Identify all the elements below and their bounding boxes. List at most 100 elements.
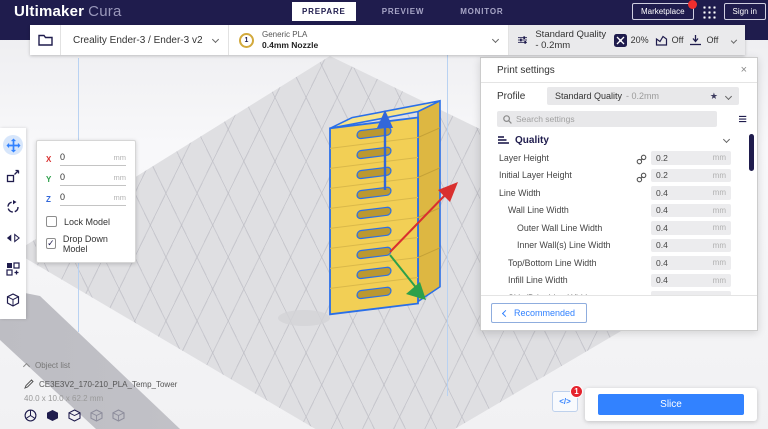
- setting-row-infill-line-width[interactable]: Infill Line Width 0.4 mm: [481, 272, 757, 290]
- chevron-down-icon: [722, 135, 731, 144]
- axis-label-y: Y: [46, 174, 52, 184]
- object-name-row[interactable]: CE3E3V2_170-210_PLA_Temp_Tower: [24, 379, 177, 389]
- slice-button[interactable]: Slice: [598, 394, 744, 415]
- tab-prepare[interactable]: PREPARE: [292, 2, 356, 21]
- model-temp-tower[interactable]: [300, 88, 480, 328]
- setting-value: 0.4: [656, 222, 668, 233]
- material-name: Generic PLA: [262, 29, 308, 39]
- object-list-label: Object list: [35, 361, 71, 370]
- support-icon: [655, 35, 667, 46]
- z-position-input[interactable]: [60, 192, 100, 202]
- section-quality[interactable]: Quality: [481, 131, 757, 149]
- x-position-field[interactable]: mm: [60, 152, 126, 166]
- lock-model-checkbox-row[interactable]: Lock Model: [46, 212, 126, 231]
- scale-tool-button[interactable]: [3, 166, 23, 186]
- setting-row-outer-wall-line-width[interactable]: Outer Wall Line Width 0.4 mm: [481, 219, 757, 237]
- recommended-label: Recommended: [514, 308, 576, 318]
- setting-unit: mm: [712, 240, 726, 250]
- axis-row-z: Z mm: [46, 189, 126, 209]
- panel-title: Print settings: [497, 64, 555, 76]
- slice-info-button[interactable]: </> 1: [552, 385, 583, 412]
- printer-selector[interactable]: Creality Ender-3 / Ender-3 v2: [61, 25, 229, 55]
- action-panel: Slice: [585, 388, 757, 421]
- settings-menu-icon[interactable]: ≡: [738, 110, 747, 130]
- setting-value: 0.4: [656, 205, 668, 216]
- recommended-button[interactable]: Recommended: [491, 303, 588, 323]
- view-right-icon[interactable]: [112, 409, 125, 422]
- setting-value-field[interactable]: 0.4 mm: [651, 203, 731, 217]
- setting-unit: mm: [712, 205, 726, 215]
- settings-scrollbar[interactable]: [749, 134, 754, 171]
- chevron-left-icon: [501, 309, 510, 317]
- setting-label: Initial Layer Height: [499, 170, 572, 181]
- lock-model-checkbox[interactable]: [46, 216, 57, 227]
- tab-monitor[interactable]: MONITOR: [450, 2, 513, 21]
- setting-row-layer-height[interactable]: Layer Height 0.2 mm: [481, 149, 757, 167]
- view-front-icon[interactable]: [46, 409, 59, 422]
- adhesion-icon: [690, 35, 702, 46]
- object-list-toggle[interactable]: Object list: [22, 361, 177, 371]
- search-row: ≡: [481, 109, 757, 131]
- setting-unit: mm: [712, 153, 726, 163]
- lock-model-label: Lock Model: [64, 216, 111, 227]
- material-selector[interactable]: 1 Generic PLA 0.4mm Nozzle: [229, 25, 509, 55]
- tab-preview[interactable]: PREVIEW: [372, 2, 435, 21]
- setting-value: 0.2: [656, 152, 668, 163]
- per-model-settings-button[interactable]: [3, 259, 23, 279]
- setting-value-field[interactable]: 0.4 mm: [651, 273, 731, 287]
- setting-row-inner-wall-line-width[interactable]: Inner Wall(s) Line Width 0.4 mm: [481, 237, 757, 255]
- drop-down-model-checkbox-row[interactable]: ✓ Drop Down Model: [46, 234, 126, 254]
- search-input[interactable]: [516, 114, 686, 124]
- view-top-icon[interactable]: [68, 409, 81, 422]
- extruder-icon: 1: [239, 32, 254, 48]
- sign-in-button[interactable]: Sign in: [723, 3, 766, 20]
- setting-unit: mm: [712, 223, 726, 233]
- move-tool-button[interactable]: [3, 135, 23, 155]
- close-icon[interactable]: ×: [741, 64, 747, 76]
- marketplace-button[interactable]: Marketplace: [631, 0, 697, 20]
- print-settings-selector[interactable]: Standard Quality - 0.2mm 20% Off Off: [509, 25, 745, 55]
- adhesion-summary: Off: [689, 34, 718, 46]
- setting-value: 0.4: [656, 257, 668, 268]
- rotate-tool-button[interactable]: [3, 197, 23, 217]
- chevron-down-icon: [731, 36, 738, 44]
- view-left-icon[interactable]: [90, 409, 103, 422]
- profile-suffix: - 0.2mm: [626, 91, 660, 101]
- setting-value-field[interactable]: 0.2 mm: [651, 151, 731, 165]
- stage-menu-bar: Creality Ender-3 / Ender-3 v2 1 Generic …: [30, 25, 745, 55]
- setting-row-initial-layer-height[interactable]: Initial Layer Height 0.2 mm: [481, 167, 757, 185]
- y-position-input[interactable]: [60, 172, 100, 182]
- setting-label: Infill Line Width: [508, 275, 568, 286]
- setting-row-line-width[interactable]: Line Width 0.4 mm: [481, 184, 757, 202]
- rotate-icon: [7, 200, 19, 213]
- chevron-down-icon: [211, 35, 220, 44]
- mirror-tool-button[interactable]: [3, 228, 23, 248]
- setting-row-top-bottom-line-width[interactable]: Top/Bottom Line Width 0.4 mm: [481, 254, 757, 272]
- y-position-field[interactable]: mm: [60, 172, 126, 186]
- setting-unit: mm: [712, 275, 726, 285]
- search-box[interactable]: [497, 111, 717, 127]
- quality-layers-icon: [498, 136, 509, 144]
- chevron-down-icon: [491, 35, 500, 44]
- setting-value-field[interactable]: 0.2 mm: [651, 168, 731, 182]
- support-blocker-button[interactable]: [3, 290, 23, 310]
- unit-label: mm: [113, 153, 127, 162]
- profile-summary: Standard Quality - 0.2mm: [535, 29, 607, 51]
- z-position-field[interactable]: mm: [60, 192, 126, 206]
- star-icon[interactable]: ★: [710, 91, 718, 102]
- panel-header: Print settings ×: [481, 58, 757, 83]
- setting-value-field[interactable]: 0.4 mm: [651, 256, 731, 270]
- view-3d-icon[interactable]: [24, 409, 37, 422]
- setting-value-field[interactable]: 0.4 mm: [651, 186, 731, 200]
- apps-grid-icon[interactable]: [701, 4, 716, 19]
- open-file-button[interactable]: [30, 25, 61, 55]
- infill-value: 20%: [630, 35, 649, 45]
- x-position-input[interactable]: [60, 152, 100, 162]
- setting-label: Top/Bottom Line Width: [508, 257, 597, 268]
- setting-row-wall-line-width[interactable]: Wall Line Width 0.4 mm: [481, 202, 757, 220]
- setting-value-field[interactable]: 0.4 mm: [651, 238, 731, 252]
- support-value: Off: [671, 35, 684, 45]
- setting-value-field[interactable]: 0.4 mm: [651, 221, 731, 235]
- drop-down-model-checkbox[interactable]: ✓: [46, 238, 56, 249]
- profile-dropdown[interactable]: Standard Quality - 0.2mm ★: [547, 87, 739, 105]
